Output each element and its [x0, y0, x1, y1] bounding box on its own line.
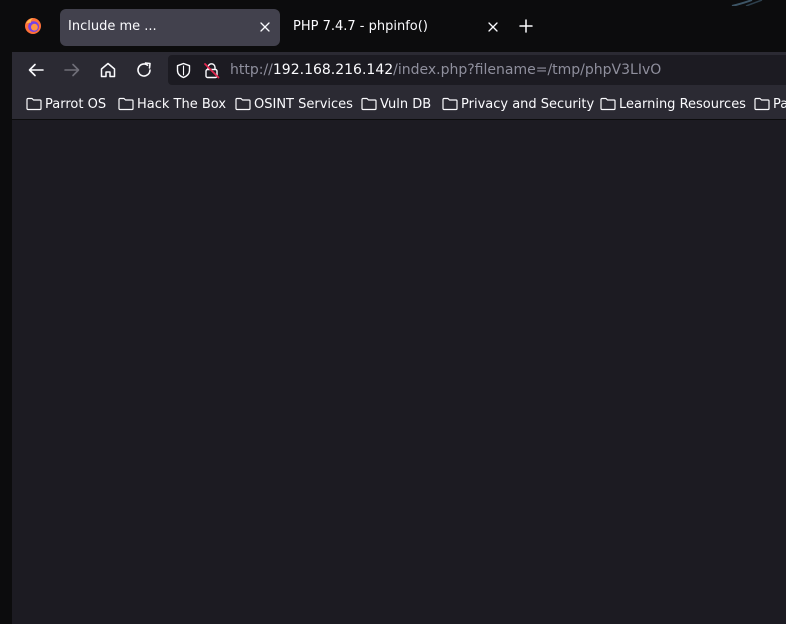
folder-icon [235, 97, 251, 111]
url-text[interactable]: http://192.168.216.142/index.php?filenam… [230, 62, 661, 78]
arrow-right-icon[interactable] [62, 60, 82, 80]
folder-icon [26, 97, 42, 111]
bookmark-label: Hack The Box [137, 97, 227, 112]
folder-icon [600, 97, 616, 111]
bookmark-label: Learning Resources [619, 97, 746, 112]
bookmark-label: Privacy and Security [461, 97, 595, 112]
firefox-logo-icon[interactable] [24, 17, 42, 35]
url-host: 192.168.216.142 [272, 62, 394, 78]
folder-icon [361, 97, 377, 111]
arrow-left-icon[interactable] [26, 60, 46, 80]
tab-strip: Include me ... PHP 7.4.7 - phpinfo() [12, 0, 786, 52]
bookmarks-toolbar: Parrot OS Hack The Box OSINT Services Vu… [12, 88, 786, 120]
desktop-wallpaper-fragment [731, 0, 763, 6]
bookmark-label: Pa [773, 97, 786, 112]
folder-icon [442, 97, 458, 111]
address-bar[interactable]: http://192.168.216.142/index.php?filenam… [168, 55, 786, 85]
shield-icon[interactable] [175, 62, 192, 79]
plus-icon[interactable] [519, 19, 533, 33]
bookmark-label: Parrot OS [45, 97, 107, 112]
tab-title: Include me ... [68, 19, 157, 34]
url-scheme: http:// [230, 62, 273, 78]
window-edge [0, 0, 12, 624]
tab-phpinfo[interactable]: PHP 7.4.7 - phpinfo() [284, 9, 508, 46]
broken-lock-icon[interactable] [203, 62, 220, 79]
tab-include-me[interactable]: Include me ... [60, 9, 280, 46]
page-content-area [12, 120, 786, 624]
bookmark-label: OSINT Services [254, 97, 353, 112]
bookmark-label: Vuln DB [380, 97, 432, 112]
home-icon[interactable] [98, 60, 118, 80]
folder-icon [754, 97, 770, 111]
browser-window: Include me ... PHP 7.4.7 - phpinfo() htt… [0, 0, 786, 624]
tab-title: PHP 7.4.7 - phpinfo() [293, 19, 428, 34]
navigation-toolbar: http://192.168.216.142/index.php?filenam… [12, 52, 786, 88]
close-icon[interactable] [258, 20, 272, 34]
reload-icon[interactable] [134, 60, 154, 80]
close-icon[interactable] [486, 20, 500, 34]
url-path: /index.php?filename=/tmp/phpV3LIvO [393, 62, 662, 78]
folder-icon [118, 97, 134, 111]
